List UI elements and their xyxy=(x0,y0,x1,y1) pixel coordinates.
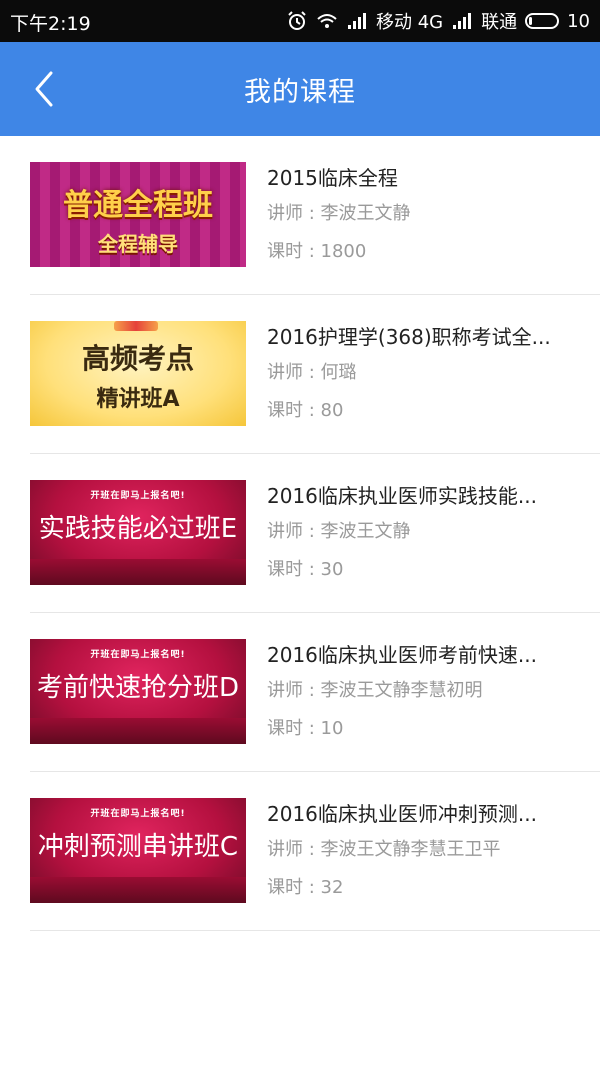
course-title: 2016临床执业医师实践技能... xyxy=(267,484,537,508)
course-hours: 课时 : 32 xyxy=(267,877,344,898)
status-right: 移动 4G 联通 10 xyxy=(286,8,590,34)
battery-level: 10 xyxy=(567,10,590,32)
course-banner: 高频考点 精讲班A xyxy=(30,321,246,426)
carrier-1: 移动 4G xyxy=(375,12,444,33)
course-item[interactable]: 高频考点 精讲班A 2016护理学(368)职称考试全... 讲师 : 何璐 课… xyxy=(30,295,600,454)
course-teacher: 讲师 : 李波王文静 xyxy=(267,203,411,224)
course-title: 2016护理学(368)职称考试全... xyxy=(267,325,551,349)
banner-tagline: 开班在即马上报名吧! xyxy=(90,491,186,501)
banner-title: 考前快速抢分班D xyxy=(36,673,240,703)
battery-icon xyxy=(525,13,560,29)
course-teacher: 讲师 : 李波王文静李慧初明 xyxy=(267,680,483,701)
course-item[interactable]: 开班在即马上报名吧! 实践技能必过班E 2016临床执业医师实践技能... 讲师… xyxy=(30,454,600,613)
course-banner: 普通全程班 全程辅导 xyxy=(30,162,246,267)
course-banner: 开班在即马上报名吧! 冲刺预测串讲班C xyxy=(30,798,246,903)
wifi-icon xyxy=(317,14,337,28)
course-hours: 课时 : 30 xyxy=(267,559,344,580)
course-hours: 课时 : 10 xyxy=(267,718,344,739)
course-teacher: 讲师 : 李波王文静 xyxy=(267,521,411,542)
banner-title: 实践技能必过班E xyxy=(38,514,238,544)
status-bar: 下午2:19 移动 4G 联通 10 xyxy=(0,0,600,42)
course-banner: 开班在即马上报名吧! 实践技能必过班E xyxy=(30,480,246,585)
carrier-2: 联通 xyxy=(481,12,518,33)
app-header: 我的课程 xyxy=(0,42,600,136)
course-title: 2016临床执业医师冲刺预测... xyxy=(267,802,537,826)
page-title: 我的课程 xyxy=(244,76,356,108)
course-item[interactable]: 普通全程班 全程辅导 2015临床全程 讲师 : 李波王文静 课时 : 1800 xyxy=(30,136,600,295)
books-graphic xyxy=(114,321,158,331)
back-button[interactable] xyxy=(24,66,64,112)
banner-subtitle: 全程辅导 xyxy=(98,232,178,256)
course-item[interactable]: 开班在即马上报名吧! 考前快速抢分班D 2016临床执业医师考前快速... 讲师… xyxy=(30,613,600,772)
course-hours: 课时 : 80 xyxy=(267,400,344,421)
course-hours: 课时 : 1800 xyxy=(267,241,367,262)
status-time: 下午2:19 xyxy=(10,13,91,35)
alarm-icon xyxy=(288,11,306,30)
banner-title: 冲刺预测串讲班C xyxy=(37,832,239,862)
course-title: 2016临床执业医师考前快速... xyxy=(267,643,537,667)
banner-title: 普通全程班 xyxy=(63,188,213,223)
course-banner: 开班在即马上报名吧! 考前快速抢分班D xyxy=(30,639,246,744)
banner-title: 高频考点 xyxy=(81,342,194,375)
course-item[interactable]: 开班在即马上报名吧! 冲刺预测串讲班C 2016临床执业医师冲刺预测... 讲师… xyxy=(30,772,600,931)
course-teacher: 讲师 : 何璐 xyxy=(267,362,357,383)
banner-tagline: 开班在即马上报名吧! xyxy=(90,809,186,819)
course-title: 2015临床全程 xyxy=(267,166,398,190)
course-list: 普通全程班 全程辅导 2015临床全程 讲师 : 李波王文静 课时 : 1800… xyxy=(0,136,600,931)
banner-tagline: 开班在即马上报名吧! xyxy=(90,650,186,660)
banner-subtitle: 精讲班A xyxy=(96,387,180,412)
signal-icon xyxy=(347,13,366,29)
course-teacher: 讲师 : 李波王文静李慧王卫平 xyxy=(267,839,501,860)
chevron-left-icon xyxy=(35,71,53,107)
signal-icon-2 xyxy=(453,13,472,29)
